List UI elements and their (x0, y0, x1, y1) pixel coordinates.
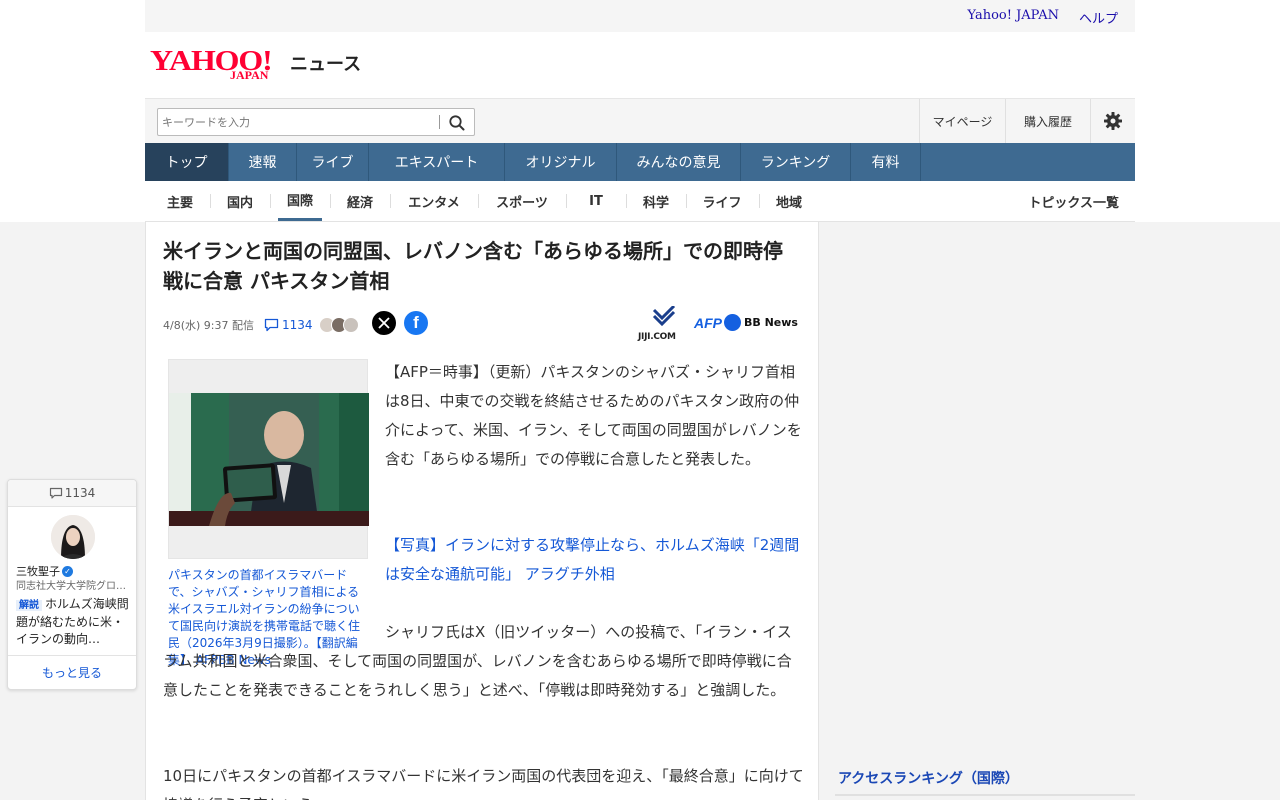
comment-count: 1134 (281, 318, 313, 332)
gear-icon (1104, 112, 1122, 130)
category-divider (478, 194, 479, 208)
article-photo[interactable] (168, 359, 369, 559)
category-sports[interactable]: スポーツ (491, 181, 553, 221)
expert-avatar[interactable] (51, 515, 95, 559)
comment-panel-header[interactable]: 1134 (8, 480, 136, 507)
comment-panel-count: 1134 (64, 486, 96, 500)
topics-list-link[interactable]: トピックス一覧 (1028, 181, 1119, 221)
help-link[interactable]: ヘルプ (1079, 8, 1118, 27)
category-divider (390, 194, 391, 208)
logo-news-text: ニュース (290, 54, 362, 75)
jiji-logo[interactable]: JIJI.COM (638, 306, 690, 342)
search-box (157, 108, 475, 136)
main-nav-expert[interactable]: エキスパート (369, 143, 505, 181)
category-divider (210, 194, 211, 208)
comment-type-badge: 解説 (16, 600, 42, 611)
article-paragraph: 【AFP＝時事】（更新）パキスタンのシャバズ・シャリフ首相は8日、中東での交戦を… (385, 363, 802, 468)
expert-comment[interactable]: 解説 ホルムズ海峡問題が絡むために米・イランの動向… (16, 596, 132, 648)
article-paragraph: シャリフ氏はX（旧ツイッター）への投稿で、「イラン・イスラム共和国と米合衆国、そ… (163, 623, 792, 699)
main-nav-ranking[interactable]: ランキング (741, 143, 851, 181)
main-nav-opinions[interactable]: みんなの意見 (617, 143, 741, 181)
main-nav-live[interactable]: ライブ (297, 143, 369, 181)
afpbb-logo[interactable]: AFP BB News (694, 314, 798, 331)
category-divider (626, 194, 627, 208)
ranking-divider (835, 794, 1135, 796)
jiji-text: JIJI.COM (638, 332, 676, 342)
publish-date: 4/8(水) 9:37 配信 (163, 319, 254, 332)
main-nav-breaking[interactable]: 速報 (229, 143, 297, 181)
category-nav: 主要 国内 国際 経済 エンタメ スポーツ IT 科学 ライフ 地域 トピックス… (145, 181, 1135, 222)
category-science[interactable]: 科学 (639, 181, 673, 221)
category-international[interactable]: 国際 (278, 181, 322, 221)
afp-text: AFP (694, 314, 722, 331)
jiji-mark-icon (652, 306, 676, 327)
x-logo-icon (378, 317, 390, 329)
search-icon (449, 115, 465, 131)
main-nav-top[interactable]: トップ (145, 143, 229, 181)
mypage-link[interactable]: マイページ (919, 99, 1005, 143)
category-main[interactable]: 主要 (163, 181, 197, 221)
commenter-avatars (318, 317, 359, 333)
comment-panel: 1134 三牧聖子 ✓ 同志社大学大学院グローバル・スタディーズ研究科准教授 解… (7, 479, 137, 690)
expert-affiliation: 同志社大学大学院グローバル・スタディーズ研究科准教授 (16, 581, 134, 592)
afpbb-dot-icon (724, 314, 741, 331)
search-input[interactable] (162, 112, 432, 132)
search-button[interactable] (448, 114, 466, 132)
article-paragraph: 10日にパキスタンの首都イスラマバードに米イラン両国の代表団を迎え、「最終合意」… (163, 767, 804, 800)
comment-icon (264, 318, 279, 332)
right-column: アクセスランキング（国際） (835, 222, 1135, 800)
category-it[interactable]: IT (579, 181, 613, 221)
avatar (342, 317, 359, 333)
purchase-history-link[interactable]: 購入履歴 (1005, 99, 1090, 143)
category-economy[interactable]: 経済 (343, 181, 377, 221)
logo-japan-text: JAPAN (230, 68, 269, 82)
article-meta: 4/8(水) 9:37 配信 1134 (163, 314, 359, 336)
facebook-icon: f (413, 313, 419, 332)
category-life[interactable]: ライフ (699, 181, 745, 221)
category-divider (686, 194, 687, 208)
photo-image (169, 393, 369, 526)
access-ranking-title[interactable]: アクセスランキング（国際） (838, 768, 1019, 788)
yahoo-news-logo[interactable]: YAHOO! JAPAN ニュース (150, 46, 361, 86)
category-domestic[interactable]: 国内 (223, 181, 257, 221)
category-entertainment[interactable]: エンタメ (403, 181, 465, 221)
category-divider (330, 194, 331, 208)
main-nav-paid[interactable]: 有料 (851, 143, 921, 181)
settings-button[interactable] (1090, 99, 1135, 143)
share-facebook-button[interactable]: f (404, 311, 428, 335)
expert-photo (51, 515, 95, 559)
utility-bar: Yahoo! JAPAN ヘルプ (145, 0, 1135, 32)
main-nav-original[interactable]: オリジナル (505, 143, 617, 181)
category-divider (270, 194, 271, 208)
share-x-button[interactable] (372, 311, 396, 335)
main-nav: トップ 速報 ライブ エキスパート オリジナル みんなの意見 ランキング 有料 (145, 143, 1135, 181)
related-photo-link[interactable]: 【写真】イランに対する攻撃停止なら、ホルムズ海峡「2週間は安全な通航可能」 アラ… (385, 531, 805, 589)
category-divider (759, 194, 760, 208)
search-row: マイページ 購入履歴 (145, 98, 1135, 143)
verified-icon: ✓ (62, 565, 73, 577)
comment-count-link[interactable]: 1134 (264, 318, 313, 332)
article: 米イランと両国の同盟国、レバノン含む「あらゆる場所」での即時停戦に合意 パキスタ… (145, 222, 819, 800)
see-more-button[interactable]: もっと見る (8, 655, 136, 689)
comment-icon (49, 487, 62, 499)
search-divider (439, 115, 440, 129)
category-local[interactable]: 地域 (772, 181, 806, 221)
bb-news-text: BB News (744, 316, 798, 329)
yahoo-japan-link[interactable]: Yahoo! JAPAN (967, 8, 1059, 23)
category-divider (566, 194, 567, 208)
article-title: 米イランと両国の同盟国、レバノン含む「あらゆる場所」での即時停戦に合意 パキスタ… (163, 239, 783, 293)
